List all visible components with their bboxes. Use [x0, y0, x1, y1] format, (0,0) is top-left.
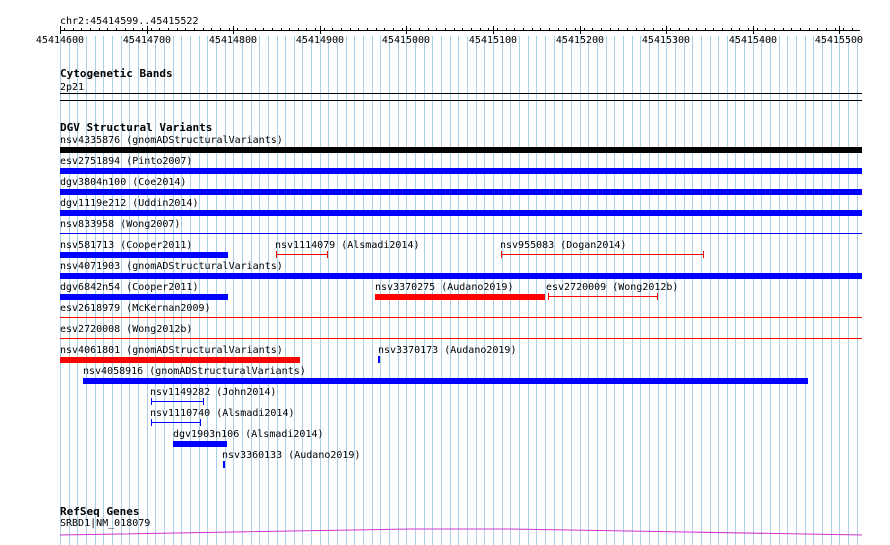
refseq-gene-model[interactable] — [0, 0, 890, 545]
